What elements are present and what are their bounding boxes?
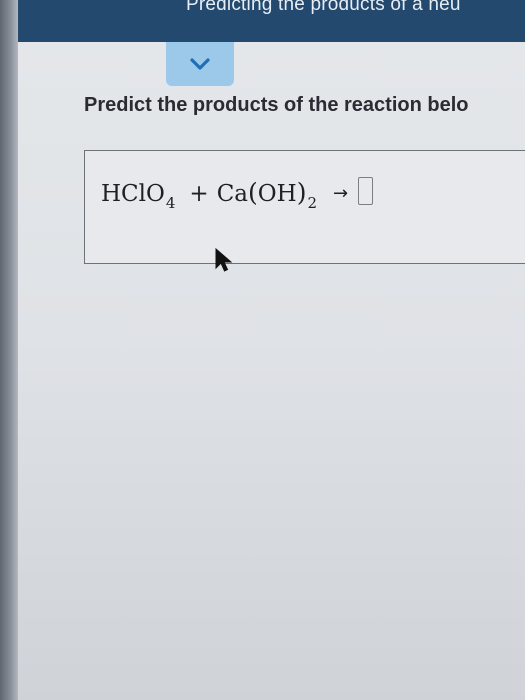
screen-bezel (0, 0, 18, 700)
reactant-2-element: Ca (216, 181, 249, 207)
chevron-down-icon (190, 58, 210, 70)
question-panel: Predict the products of the reaction bel… (18, 42, 525, 700)
collapse-toggle-button[interactable] (166, 42, 234, 86)
reactant-2-group: OH (257, 181, 297, 207)
reactant-2: Ca(OH)2 (216, 178, 317, 212)
reaction-equation: HClO4 + Ca(OH)2 → (101, 173, 374, 212)
assignment-title: Predicting the products of a neu (186, 0, 461, 15)
reactant-2-open-paren: ( (248, 178, 258, 207)
plus-sign: + (189, 181, 209, 207)
reaction-arrow: → (333, 183, 349, 204)
assignment-header: Predicting the products of a neu (18, 0, 525, 42)
reactant-2-subscript: 2 (307, 194, 318, 212)
products-input[interactable] (358, 177, 374, 205)
reactant-2-close-paren: ) (296, 178, 307, 207)
reactant-1-formula: HClO (101, 181, 165, 207)
reactant-1-subscript: 4 (165, 194, 176, 212)
answer-box[interactable]: HClO4 + Ca(OH)2 → (84, 150, 525, 264)
question-prompt: Predict the products of the reaction bel… (84, 94, 469, 116)
reactant-1: HClO4 (101, 181, 175, 212)
mouse-pointer-icon (215, 248, 233, 272)
